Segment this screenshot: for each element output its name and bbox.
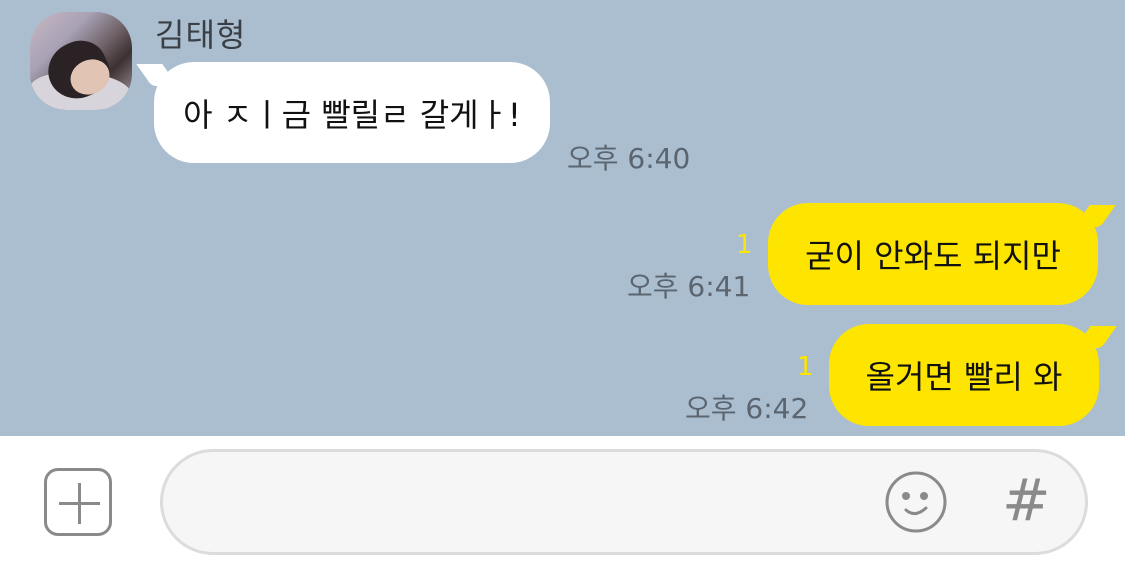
message-text: 굳이 안와도 되지만 [805,237,1061,275]
sender-avatar[interactable] [30,12,132,110]
message-time: 오후 6:40 [567,142,691,175]
hashtag-button[interactable]: # [1002,468,1051,532]
sender-name: 김태형 [155,16,247,54]
message-text: 아 ㅈㅣ금 빨릴ㄹ 갈게ㅏ! [183,95,521,134]
chat-area: 김태형 아 ㅈㅣ금 빨릴ㄹ 갈게ㅏ! 오후 6:40 1 오후 6:41 굳이 … [0,0,1125,436]
unread-count: 1 [736,230,753,260]
smiley-icon[interactable] [884,470,948,534]
outgoing-message-bubble[interactable]: 올거면 빨리 와 [829,324,1099,426]
incoming-message-bubble[interactable]: 아 ㅈㅣ금 빨릴ㄹ 갈게ㅏ! [154,62,550,163]
message-text: 올거면 빨리 와 [865,358,1063,396]
message-time: 오후 6:42 [685,392,809,425]
message-input[interactable] [160,449,1088,555]
plus-square-icon[interactable] [44,468,112,536]
unread-count: 1 [797,352,814,382]
outgoing-message-bubble[interactable]: 굳이 안와도 되지만 [768,203,1098,305]
message-time: 오후 6:41 [627,270,751,303]
